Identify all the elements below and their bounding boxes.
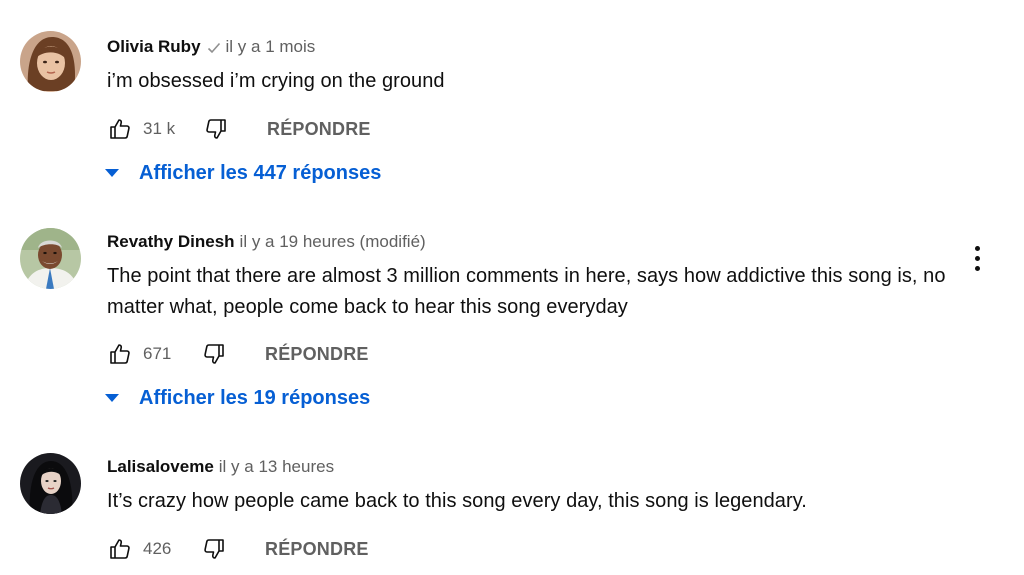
comment-header: Lalisaloveme il y a 13 heures <box>107 456 964 478</box>
comment-header: Olivia Ruby il y a 1 mois <box>107 36 964 58</box>
menu-dot <box>974 265 980 271</box>
avatar[interactable] <box>20 228 81 289</box>
thumbs-down-icon[interactable] <box>203 116 229 142</box>
caret-down-icon <box>105 394 119 402</box>
avatar-photo-icon <box>20 228 81 289</box>
avatar[interactable] <box>20 453 81 514</box>
menu-dot <box>974 245 980 251</box>
comment-timestamp[interactable]: il y a 19 heures (modifié) <box>240 232 426 251</box>
comment-text: It’s crazy how people came back to this … <box>107 490 807 512</box>
comment-text: The point that there are almost 3 millio… <box>107 265 946 318</box>
like-count: 426 <box>143 539 172 558</box>
comments-section: Olivia Ruby il y a 1 mois i’m obsessed i’… <box>0 0 1024 575</box>
thumbs-up-icon[interactable] <box>107 116 133 142</box>
show-replies-button[interactable]: Afficher les 19 réponses <box>105 383 370 413</box>
show-replies-button[interactable]: Afficher les 447 réponses <box>105 158 381 188</box>
comment-text: i’m obsessed i’m crying on the ground <box>107 70 445 92</box>
show-replies-label: Afficher les 19 réponses <box>139 386 371 409</box>
like-count: 31 k <box>143 119 176 138</box>
thumbs-down-icon[interactable] <box>201 341 227 367</box>
reply-button[interactable]: RÉPONDRE <box>265 539 369 560</box>
reply-button[interactable]: RÉPONDRE <box>267 119 371 140</box>
like-count: 671 <box>143 344 172 363</box>
avatar-photo-icon <box>20 31 81 92</box>
avatar[interactable] <box>20 31 81 92</box>
comment-toolbar: 671 RÉPONDRE <box>107 339 369 369</box>
comment-author[interactable]: Olivia Ruby <box>107 37 201 56</box>
more-vert-icon[interactable] <box>966 242 988 274</box>
comment-body: Revathy Dinesh il y a 19 heures (modifié)… <box>107 231 964 323</box>
caret-down-icon <box>105 169 119 177</box>
comment-author[interactable]: Lalisaloveme <box>107 457 214 476</box>
avatar-photo-icon <box>20 453 81 514</box>
thumbs-up-icon[interactable] <box>107 341 133 367</box>
menu-dot <box>974 255 980 261</box>
comment-timestamp[interactable]: il y a 13 heures <box>219 457 334 476</box>
reply-button[interactable]: RÉPONDRE <box>265 344 369 365</box>
comment-body: Lalisaloveme il y a 13 heures It’s crazy … <box>107 456 964 517</box>
thumbs-down-icon[interactable] <box>201 536 227 562</box>
comment-header: Revathy Dinesh il y a 19 heures (modifié) <box>107 231 964 253</box>
show-replies-label: Afficher les 447 réponses <box>139 161 382 184</box>
thumbs-up-icon[interactable] <box>107 536 133 562</box>
comment-body: Olivia Ruby il y a 1 mois i’m obsessed i’… <box>107 36 964 97</box>
comment-toolbar: 426 RÉPONDRE <box>107 534 369 564</box>
comment-timestamp[interactable]: il y a 1 mois <box>226 37 316 56</box>
check-icon <box>207 38 221 60</box>
comment-toolbar: 31 k RÉPONDRE <box>107 114 371 144</box>
comment-author[interactable]: Revathy Dinesh <box>107 232 235 251</box>
